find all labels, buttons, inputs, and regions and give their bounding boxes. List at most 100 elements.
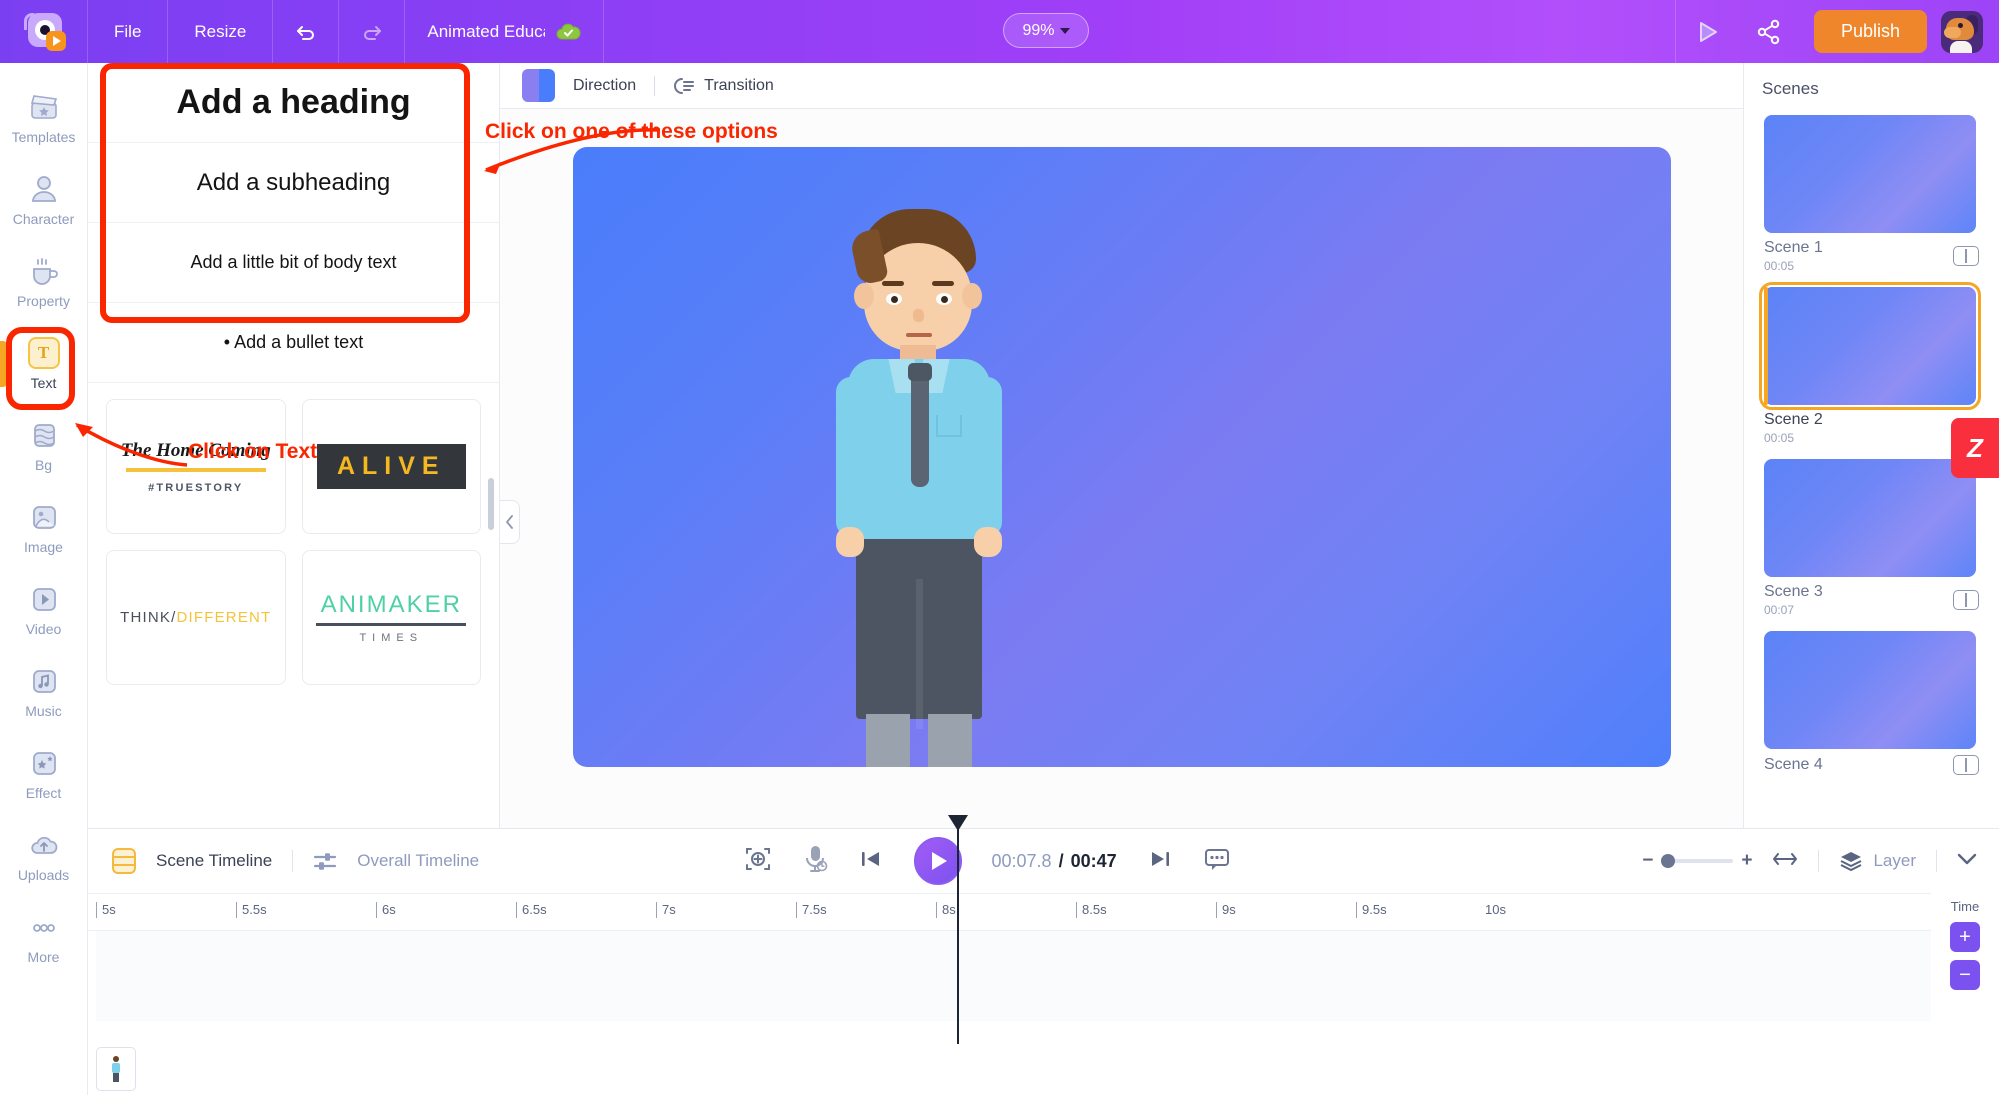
- timeline-zoom-slider[interactable]: − +: [1642, 850, 1752, 872]
- avatar-snout: [1944, 26, 1961, 38]
- menu-resize[interactable]: Resize: [168, 0, 274, 63]
- timeline-layer-thumbnail[interactable]: [96, 1047, 136, 1091]
- avatar-eye: [1958, 22, 1963, 28]
- menu-file[interactable]: File: [88, 0, 169, 63]
- text-template-card[interactable]: THINK/DIFFERENT: [106, 550, 286, 685]
- text-option-body[interactable]: Add a little bit of body text: [88, 223, 499, 303]
- direction-button[interactable]: Direction: [573, 77, 636, 95]
- share-button[interactable]: [1738, 0, 1800, 63]
- ruler-tick: 8s: [936, 902, 956, 918]
- sidebar-item-text[interactable]: T Text: [0, 323, 88, 405]
- zoom-track[interactable]: [1661, 854, 1734, 868]
- animaker-logo[interactable]: [0, 0, 88, 63]
- scene-selected-marker: [1764, 287, 1768, 405]
- play-button[interactable]: [913, 837, 962, 885]
- scene-thumbnail[interactable]: [1764, 459, 1976, 577]
- scene-duration: 00:05: [1764, 431, 1795, 445]
- playhead[interactable]: [948, 815, 968, 1044]
- scene-link-icon[interactable]: [1953, 590, 1979, 610]
- scene-duration: 00:07: [1764, 603, 1795, 617]
- timeline-playback-controls: 00:07.8 / 00:47: [744, 829, 1231, 893]
- cup-icon: [27, 255, 61, 287]
- time-increase-button[interactable]: +: [1950, 922, 1980, 952]
- fit-width-button[interactable]: [1772, 850, 1798, 873]
- sidebar-item-bg[interactable]: Bg: [0, 405, 88, 487]
- transition-label: Transition: [704, 76, 774, 94]
- layer-button[interactable]: Layer: [1839, 850, 1916, 872]
- avatar[interactable]: [1941, 10, 1983, 53]
- zoom-out-button[interactable]: −: [1642, 850, 1653, 872]
- ellipsis-icon: [27, 911, 61, 943]
- sidebar-item-templates[interactable]: Templates: [0, 77, 88, 159]
- template-title: THINK/: [120, 609, 177, 626]
- scene-item[interactable]: [1744, 109, 1999, 233]
- project-title-area[interactable]: Animated Educa: [405, 0, 605, 63]
- undo-button[interactable]: [273, 0, 340, 63]
- record-voice-button[interactable]: [802, 844, 828, 879]
- collapse-timeline-button[interactable]: [1957, 852, 1977, 871]
- scene-meta: Scene 1 00:05: [1744, 233, 1999, 281]
- panel-scrollbar[interactable]: [488, 478, 494, 530]
- zoom-value: 99%: [1022, 21, 1055, 39]
- direction-label: Direction: [573, 76, 637, 94]
- scene-stage[interactable]: [572, 147, 1671, 767]
- thumb-body: [112, 1063, 120, 1073]
- scene-thumbnail[interactable]: [1764, 115, 1976, 233]
- skip-previous-icon: [861, 851, 879, 866]
- previous-button[interactable]: [858, 848, 884, 875]
- timeline-ruler[interactable]: 5s 5.5s 6s 6.5s 7s 7.5s 8s 8.5s 9s 9.5s …: [88, 893, 1999, 931]
- fit-target-icon: [745, 847, 770, 870]
- preview-button[interactable]: [1676, 0, 1738, 63]
- scene-item[interactable]: [1744, 625, 1999, 749]
- sidebar-item-property[interactable]: Property: [0, 241, 88, 323]
- zoom-selector[interactable]: 99%: [1003, 13, 1089, 48]
- sidebar-item-more[interactable]: More: [0, 897, 88, 979]
- help-side-tab[interactable]: Z: [1951, 418, 1999, 478]
- sidebar-item-music[interactable]: Music: [0, 651, 88, 733]
- redo-button[interactable]: [339, 0, 406, 63]
- text-template-card[interactable]: The Home Coming #TRUESTORY: [106, 399, 286, 534]
- timeline-track-area[interactable]: [96, 931, 1965, 1021]
- zoom-knob[interactable]: [1661, 854, 1676, 868]
- captions-button[interactable]: [1203, 847, 1231, 876]
- scene-color-swatch[interactable]: [522, 69, 555, 102]
- sidebar-item-uploads[interactable]: Uploads: [0, 815, 88, 897]
- template-title-accent: DIFFERENT: [176, 609, 272, 626]
- layers-icon: [1841, 852, 1862, 872]
- scene-item[interactable]: [1744, 281, 1999, 410]
- text-option-subheading[interactable]: Add a subheading: [88, 143, 499, 223]
- fit-to-screen-button[interactable]: [744, 845, 772, 878]
- zoom-in-button[interactable]: +: [1741, 850, 1752, 872]
- scene-link-icon[interactable]: [1953, 755, 1979, 775]
- next-button[interactable]: [1147, 848, 1173, 875]
- collapse-panel-button[interactable]: [500, 500, 520, 544]
- publish-button[interactable]: Publish: [1813, 10, 1927, 53]
- text-template-grid: The Home Coming #TRUESTORY ALIVE THINK/D…: [88, 383, 499, 685]
- swatch-right: [538, 69, 555, 102]
- text-option-bullet[interactable]: • Add a bullet text: [88, 303, 499, 383]
- text-template-card[interactable]: ANIMAKER TIMES: [301, 550, 481, 685]
- sidebar-item-label: Property: [17, 293, 70, 309]
- ruler-tick: 9.5s: [1356, 902, 1387, 918]
- sidebar-item-effect[interactable]: Effect: [0, 733, 88, 815]
- character-hand-right: [973, 527, 1002, 557]
- character-hand-left: [835, 527, 864, 557]
- overall-timeline-tab[interactable]: Overall Timeline: [357, 851, 479, 871]
- sidebar-item-character[interactable]: Character: [0, 159, 88, 241]
- annotation-text-label: Click on Text: [188, 440, 318, 463]
- transition-icon: [674, 77, 695, 94]
- sidebar-item-video[interactable]: Video: [0, 569, 88, 651]
- sidebar-item-image[interactable]: Image: [0, 487, 88, 569]
- thumb-head: [113, 1056, 119, 1062]
- text-template-card[interactable]: ALIVE: [301, 399, 481, 534]
- transition-button[interactable]: Transition: [673, 77, 774, 95]
- text-option-heading[interactable]: Add a heading: [88, 63, 499, 143]
- scene-thumbnail[interactable]: [1759, 282, 1981, 410]
- caption-bubble-icon: [1204, 848, 1229, 870]
- time-decrease-button[interactable]: −: [1950, 960, 1980, 990]
- scene-timeline-tab[interactable]: Scene Timeline: [156, 851, 272, 871]
- scene-thumbnail[interactable]: [1764, 631, 1976, 749]
- character-businessman[interactable]: [832, 209, 1042, 767]
- scene-link-icon[interactable]: [1953, 246, 1979, 266]
- selection-indicator: [0, 341, 7, 387]
